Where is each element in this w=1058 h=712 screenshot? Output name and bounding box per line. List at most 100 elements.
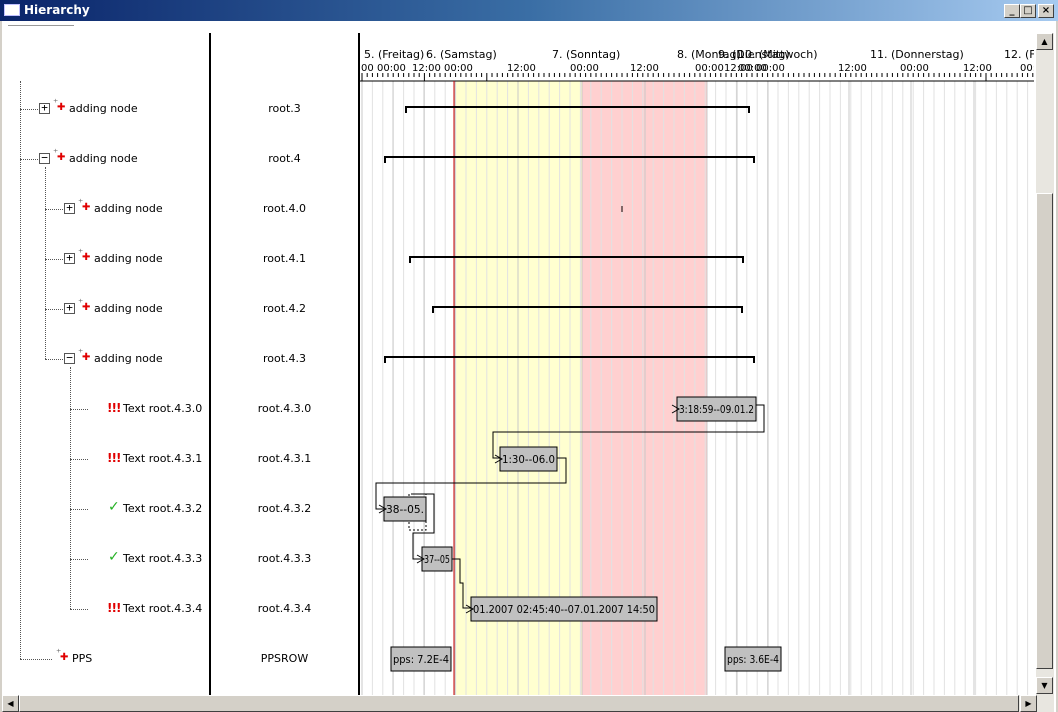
add-node-icon	[56, 648, 72, 666]
hour-label: 12:00	[630, 63, 659, 74]
hour-label: 00:00	[1020, 63, 1034, 74]
hour-label: 12:00	[963, 63, 992, 74]
tree-node-label[interactable]: adding node	[94, 252, 163, 265]
hour-label: 00:00	[377, 63, 406, 74]
tree-connector-line	[45, 209, 63, 210]
window-title: Hierarchy	[24, 3, 90, 17]
tree-node-label[interactable]: Text root.4.3.4	[123, 602, 202, 615]
row-id-label: root.3	[268, 102, 301, 115]
hour-label: 00:00	[570, 63, 599, 74]
tree-connector-line	[70, 367, 71, 609]
tree-connector-line	[20, 81, 21, 659]
hour-label: 00:00	[444, 63, 473, 74]
tree-node-label[interactable]: PPS	[72, 652, 92, 665]
maximize-button[interactable]: □	[1020, 4, 1036, 18]
client-area: + adding node − adding node + adding node + add…	[2, 21, 1056, 712]
tree-node-label[interactable]: Text root.4.3.1	[123, 452, 202, 465]
row-id-label: root.4.0	[262, 202, 307, 215]
row-id-label: root.4.1	[262, 252, 307, 265]
add-node-icon	[53, 98, 69, 116]
tree-connector-line	[70, 509, 88, 510]
day-label: 6. (Samstag)	[426, 48, 497, 61]
hour-label: 12:00	[507, 63, 536, 74]
minimize-button[interactable]: _	[1004, 4, 1020, 18]
task-bar-label: 3:18:59--09.01.2	[679, 403, 754, 416]
gantt-canvas: 5. (Freitag) 6. (Samstag) 7. (Sonntag) 8. (…	[360, 48, 1034, 695]
warning-icon: !!!	[107, 601, 121, 615]
row-id-label: root.4.3.2	[257, 502, 312, 515]
tree-node-label[interactable]: Text root.4.3.0	[123, 402, 202, 415]
tree-connector-line	[20, 159, 38, 160]
hour-label: 00:00	[695, 63, 724, 74]
hour-label: 00:00	[756, 63, 785, 74]
vertical-scroll-thumb[interactable]	[1036, 193, 1053, 669]
tree-node-label[interactable]: adding node	[94, 352, 163, 365]
task-bar-label: pps: 3.6E-4	[727, 653, 779, 666]
scroll-down-button[interactable]: ▼	[1036, 677, 1053, 694]
tree-connector-line	[20, 659, 52, 660]
expand-toggle[interactable]: +	[64, 252, 75, 264]
scroll-left-button[interactable]: ◀	[2, 695, 19, 712]
day-label: 10. (Mittwoch)	[738, 48, 818, 61]
window-icon	[4, 4, 20, 16]
warning-icon: !!!	[107, 451, 121, 465]
tree-header-divider	[8, 25, 74, 26]
task-bar-label: 1:30--06.0	[502, 453, 555, 466]
tree-connector-line	[70, 409, 88, 410]
task-bar-label: 38--05.	[386, 503, 424, 516]
gantt-chart[interactable]: 5. (Freitag) 6. (Samstag) 7. (Sonntag) 8. (…	[360, 33, 1034, 695]
add-node-icon	[78, 348, 94, 366]
row-id-label: root.4.3.1	[257, 452, 312, 465]
scroll-right-button[interactable]: ▶	[1020, 695, 1037, 712]
hour-label: 12:00	[838, 63, 867, 74]
day-label: 5. (Freitag)	[364, 48, 424, 61]
hierarchy-tree[interactable]: + adding node − adding node + adding node + add…	[2, 21, 209, 695]
checkmark-icon: ✓	[108, 549, 120, 565]
row-id-label: PPSROW	[260, 652, 309, 665]
warning-icon: !!!	[107, 401, 121, 415]
tree-connector-line	[45, 167, 46, 359]
add-node-icon	[78, 248, 94, 266]
tree-connector-line	[45, 309, 63, 310]
tree-node-label[interactable]: adding node	[69, 152, 138, 165]
hour-label: 12:00	[412, 63, 441, 74]
task-bar-label: 01.2007 02:45:40--07.01.2007 14:50	[473, 603, 655, 616]
row-id-label: root.4.2	[262, 302, 307, 315]
tree-node-label[interactable]: adding node	[69, 102, 138, 115]
row-id-label: root.4.3	[262, 352, 307, 365]
row-id-label: root.4.3.0	[257, 402, 312, 415]
task-bar-label: pps: 7.2E-4	[393, 653, 449, 666]
title-bar[interactable]: Hierarchy _ □ ×	[0, 0, 1058, 21]
day-label: 12. (Fr	[1004, 48, 1034, 61]
expand-toggle[interactable]: −	[64, 352, 75, 364]
tree-node-label[interactable]: Text root.4.3.3	[123, 552, 202, 565]
tree-connector-line	[70, 609, 88, 610]
add-node-icon	[78, 198, 94, 216]
horizontal-scrollbar[interactable]: ◀ ▶	[2, 695, 1054, 712]
hour-label: 00:00	[900, 63, 929, 74]
id-column: root.3 root.4 root.4.0 root.4.1 root.4.2 root…	[211, 33, 358, 695]
row-id-label: root.4	[268, 152, 301, 165]
expand-toggle[interactable]: +	[64, 202, 75, 214]
checkmark-icon: ✓	[108, 499, 120, 515]
add-node-icon	[78, 298, 94, 316]
scroll-up-button[interactable]: ▲	[1036, 33, 1053, 50]
day-label: 7. (Sonntag)	[552, 48, 620, 61]
close-button[interactable]: ×	[1038, 4, 1054, 18]
expand-toggle[interactable]: +	[64, 302, 75, 314]
tree-node-label[interactable]: adding node	[94, 302, 163, 315]
horizontal-scroll-thumb[interactable]	[19, 695, 1019, 712]
row-id-label: root.4.3.3	[257, 552, 312, 565]
tree-node-label[interactable]: adding node	[94, 202, 163, 215]
expand-toggle[interactable]: −	[39, 152, 50, 164]
row-id-label: root.4.3.4	[257, 602, 312, 615]
tree-node-label[interactable]: Text root.4.3.2	[123, 502, 202, 515]
tree-connector-line	[70, 459, 88, 460]
hour-label: 00	[361, 63, 374, 74]
vertical-scrollbar[interactable]: ▲ ▼	[1036, 33, 1054, 695]
tree-connector-line	[45, 259, 63, 260]
tree-connector-line	[70, 559, 88, 560]
day-label: 11. (Donnerstag)	[870, 48, 964, 61]
expand-toggle[interactable]: +	[39, 102, 50, 114]
tree-connector-line	[45, 359, 63, 360]
